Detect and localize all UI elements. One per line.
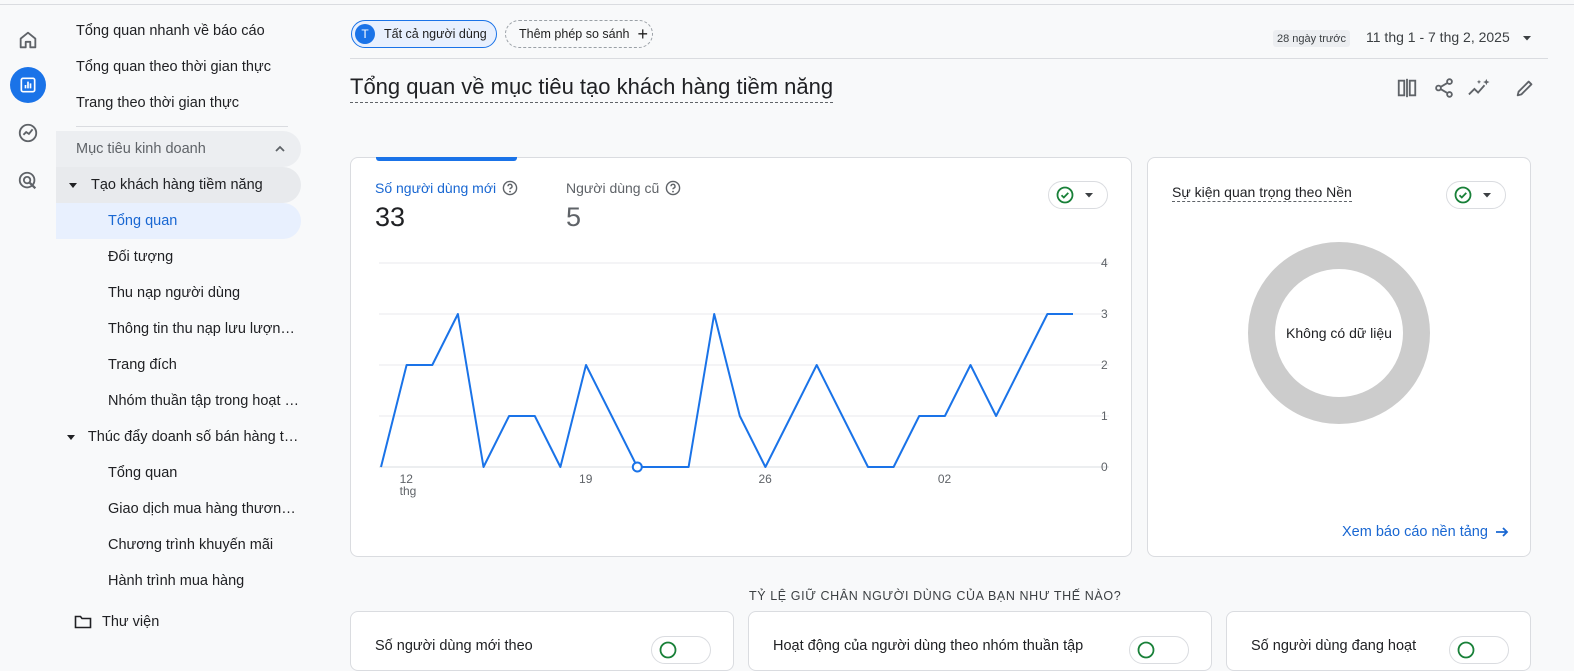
new-users-by-card: Số người dùng mới theo: [350, 611, 734, 671]
side-card-title: Sự kiện quan trọng theo Nền: [1172, 184, 1352, 202]
y-tick-label: 1: [1101, 409, 1108, 423]
sidebar-item-library[interactable]: Thư viện: [56, 604, 301, 640]
retention-section-caption: TỶ LỆ GIỮ CHÂN NGƯỜI DÙNG CỦA BẠN NHƯ TH…: [749, 589, 1122, 603]
sidebar-item-traffic-acquisition[interactable]: Thông tin thu nạp lưu lượng truy cập: [56, 311, 301, 347]
header-divider: [350, 58, 1548, 59]
active-users-card: Số người dùng đang hoạt: [1226, 611, 1531, 671]
advertising-icon[interactable]: [10, 163, 46, 199]
line-chart: 0123412 19 26 02thg: [379, 256, 1109, 498]
y-tick-label: 0: [1101, 460, 1108, 474]
caret-down-icon: [1483, 193, 1491, 198]
card-title: Hoạt động của người dùng theo nhóm thuần…: [773, 638, 1084, 654]
home-icon[interactable]: [10, 22, 46, 58]
sidebar-section-business-objectives[interactable]: Mục tiêu kinh doanh: [56, 131, 301, 167]
sidebar-item-realtime-pages[interactable]: Trang theo thời gian thực: [56, 85, 301, 121]
plus-icon: +: [637, 24, 649, 44]
sidebar: Tổng quan nhanh về báo cáo Tổng quan the…: [56, 5, 306, 650]
y-tick-label: 3: [1101, 307, 1108, 321]
check-circle-icon: [1454, 186, 1472, 204]
data-point-marker[interactable]: [631, 461, 643, 473]
date-range-picker[interactable]: 11 thg 1 - 7 thg 2, 2025: [1366, 29, 1510, 45]
chevron-up-icon: [275, 145, 285, 152]
x-tick-label: 02: [938, 472, 952, 486]
reports-icon[interactable]: [10, 67, 46, 103]
arrow-right-icon: [1495, 527, 1509, 537]
series-line-new-users[interactable]: [380, 313, 1073, 468]
view-platform-report-label: Xem báo cáo nền tảng: [1342, 524, 1488, 540]
sidebar-item-ecommerce-purchases[interactable]: Giao dịch mua hàng thương mại: [56, 491, 301, 527]
add-comparison-button[interactable]: Thêm phép so sánh +: [505, 20, 653, 48]
sidebar-item-promotions[interactable]: Chương trình khuyến mãi: [56, 527, 301, 563]
no-data-text: Không có dữ liệu: [1286, 325, 1392, 341]
caret-down-icon: [64, 432, 79, 442]
x-tick-label: 26: [758, 472, 772, 486]
sidebar-item-purchase-journey[interactable]: Hành trình mua hàng: [56, 563, 301, 599]
user-activity-by-cohort-card: Hoạt động của người dùng theo nhóm thuần…: [748, 611, 1212, 671]
data-quality-pill[interactable]: [1129, 636, 1189, 664]
x-tick-sublabel: thg: [400, 484, 417, 498]
check-circle-icon: [659, 641, 677, 659]
add-comparison-label: Thêm phép so sánh: [519, 27, 630, 41]
view-platform-report-link[interactable]: Xem báo cáo nền tảng: [1342, 524, 1510, 540]
empty-donut-chart: Không có dữ liệu: [1248, 242, 1430, 424]
insights-sparkle-icon[interactable]: [1467, 76, 1491, 100]
segment-label: Tất cả người dùng: [384, 27, 487, 41]
sidebar-group-generate-leads[interactable]: Tạo khách hàng tiềm năng: [56, 167, 301, 203]
data-quality-pill[interactable]: [651, 636, 711, 664]
left-rail: [0, 5, 56, 650]
sidebar-item-user-acquisition[interactable]: Thu nạp người dùng: [56, 275, 301, 311]
card-title: Số người dùng đang hoạt: [1251, 638, 1417, 654]
segment-chip-all-users[interactable]: T Tất cả người dùng: [351, 20, 497, 48]
sidebar-item-overview[interactable]: Tổng quan: [56, 203, 301, 239]
y-tick-label: 4: [1101, 256, 1108, 270]
data-quality-pill[interactable]: [1446, 181, 1506, 209]
sidebar-divider: [76, 126, 288, 127]
sidebar-item-realtime-overview[interactable]: Tổng quan theo thời gian thực: [56, 49, 301, 85]
sidebar-item-landing-page[interactable]: Trang đích: [56, 347, 301, 383]
sidebar-item-audience[interactable]: Đối tượng: [56, 239, 301, 275]
sidebar-item-reports-snapshot[interactable]: Tổng quan nhanh về báo cáo: [56, 13, 301, 49]
edit-pencil-icon[interactable]: [1513, 76, 1537, 100]
page-title: Tổng quan về mục tiêu tạo khách hàng tiề…: [350, 74, 834, 103]
folder-icon: [74, 615, 92, 629]
explore-icon[interactable]: [10, 115, 46, 151]
compare-columns-icon[interactable]: [1395, 76, 1419, 100]
check-circle-icon: [1457, 641, 1475, 659]
y-tick-label: 2: [1101, 358, 1108, 372]
sidebar-group-drive-online-sales[interactable]: Thúc đẩy doanh số bán hàng trực tuyến: [56, 419, 301, 455]
date-period-badge: 28 ngày trước: [1273, 30, 1350, 47]
new-vs-returning-card: Số người dùng mới 33 Người dùng cũ 5 012…: [350, 157, 1132, 557]
key-events-by-platform-card: Sự kiện quan trọng theo Nền Không có dữ …: [1147, 157, 1531, 557]
sidebar-item-sales-overview[interactable]: Tổng quan: [56, 455, 301, 491]
sidebar-item-cohort-exploration[interactable]: Nhóm thuần tập trong hoạt động: [56, 383, 301, 419]
check-circle-icon: [1137, 641, 1155, 659]
data-quality-pill[interactable]: [1449, 636, 1509, 664]
share-icon[interactable]: [1432, 76, 1456, 100]
caret-down-icon[interactable]: [1520, 32, 1534, 44]
caret-down-icon: [64, 180, 82, 190]
card-title: Số người dùng mới theo: [375, 638, 533, 654]
segment-avatar: T: [355, 24, 375, 44]
x-tick-label: 19: [579, 472, 593, 486]
